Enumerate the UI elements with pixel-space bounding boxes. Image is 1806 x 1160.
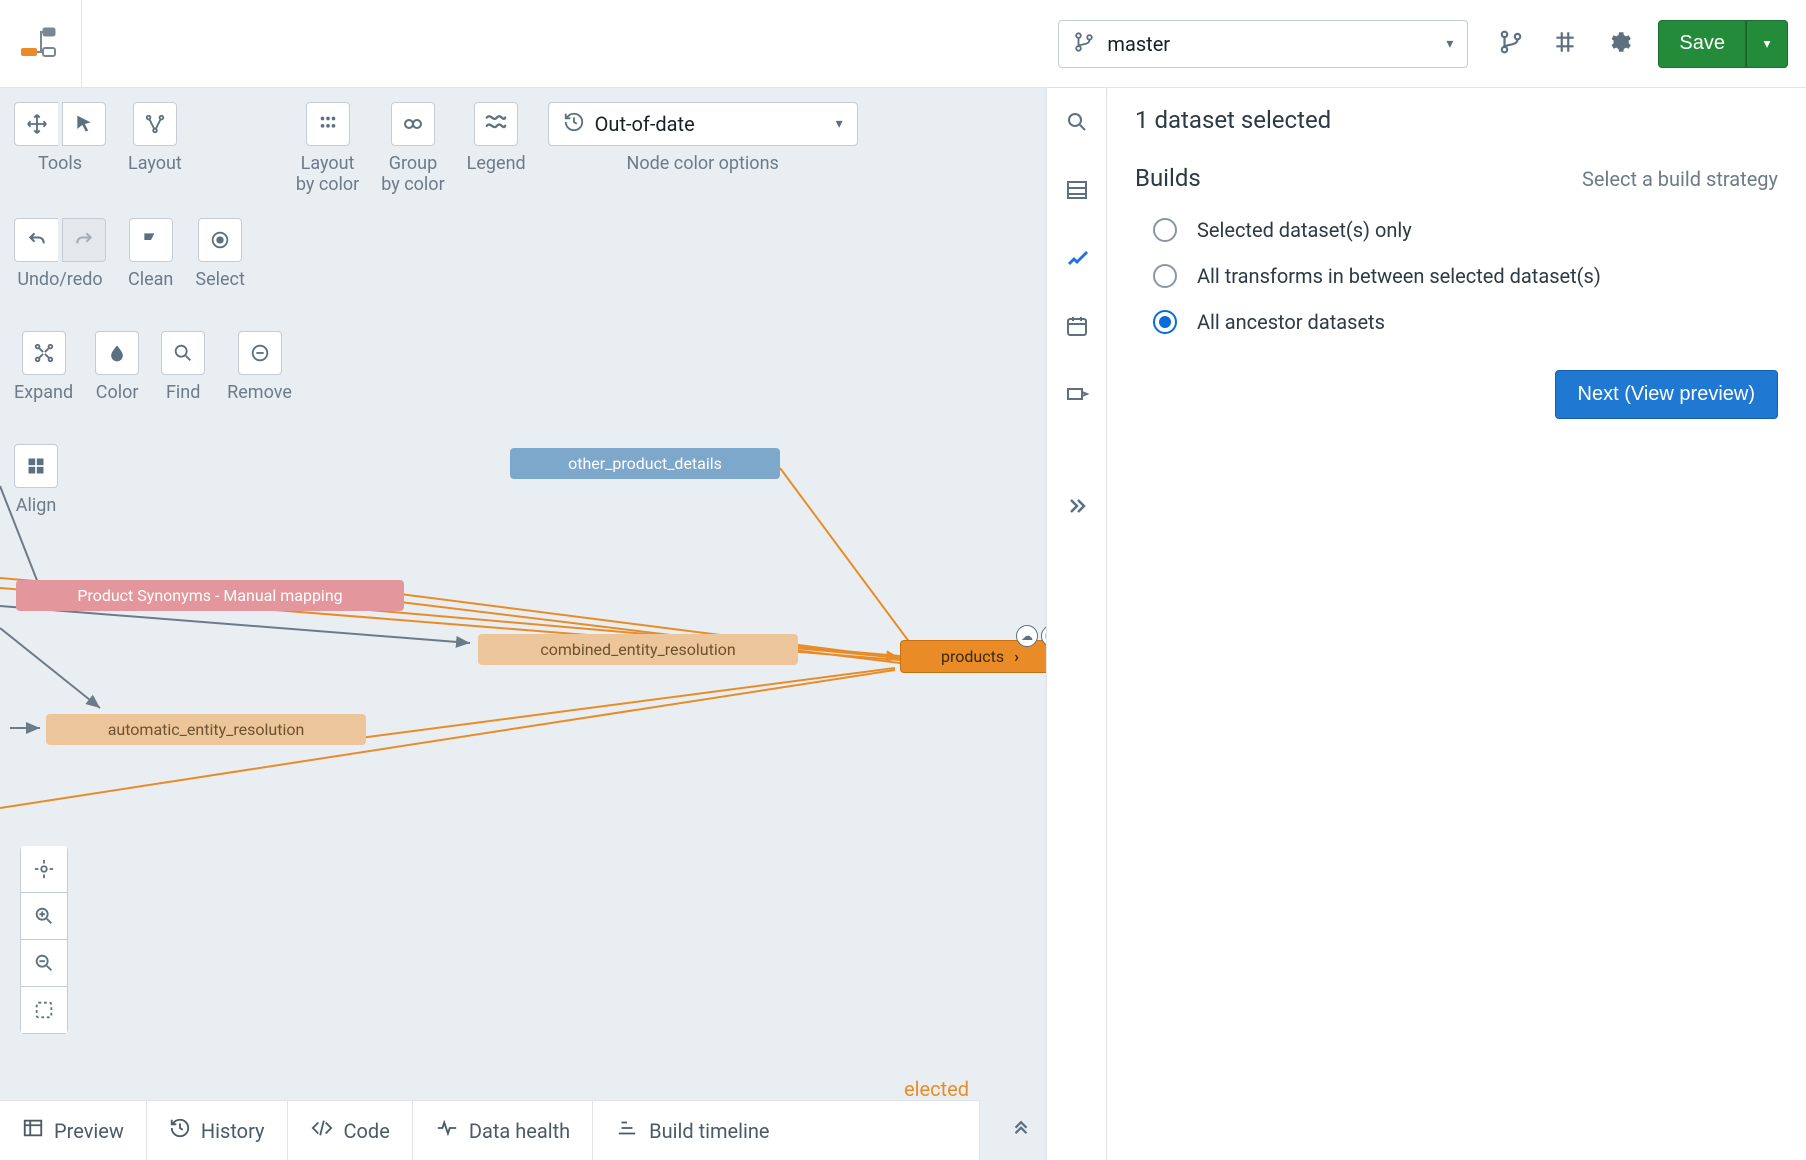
builds-heading: Builds — [1135, 164, 1201, 192]
radio-label: All ancestor datasets — [1197, 310, 1385, 334]
node-label: combined_entity_resolution — [540, 640, 735, 659]
tab-history[interactable]: History — [147, 1101, 288, 1160]
radio-selected-only[interactable]: Selected dataset(s) only — [1153, 218, 1778, 242]
redo-button[interactable] — [62, 218, 106, 262]
graph-canvas[interactable]: Tools Layout Layout by color Group by co… — [0, 88, 1046, 1160]
tab-code[interactable]: Code — [288, 1101, 413, 1160]
tools-label: Tools — [38, 154, 82, 175]
node-products-selected[interactable]: products › ☁ 🌐 — [900, 640, 1046, 673]
code-icon — [310, 1117, 334, 1144]
save-dropdown-button[interactable]: ▾ — [1746, 20, 1788, 68]
align-button[interactable] — [14, 444, 58, 488]
tab-preview[interactable]: Preview — [0, 1101, 147, 1160]
table-icon — [22, 1117, 44, 1144]
color-label: Color — [96, 383, 139, 404]
tab-label: Data health — [469, 1119, 570, 1143]
expand-button[interactable] — [22, 331, 66, 375]
node-product-synonyms[interactable]: Product Synonyms - Manual mapping — [16, 580, 404, 611]
node-label: products — [941, 647, 1004, 666]
node-label: automatic_entity_resolution — [108, 720, 305, 739]
node-label: other_product_details — [568, 454, 722, 473]
compare-branches-button[interactable] — [1498, 29, 1524, 59]
radio-all-ancestors[interactable]: All ancestor datasets — [1153, 310, 1778, 334]
expand-tabs-button[interactable] — [1010, 1114, 1036, 1140]
rail-search-button[interactable] — [1065, 110, 1089, 138]
next-button[interactable]: Next (View preview) — [1555, 370, 1778, 419]
rail-collapse-button[interactable] — [1065, 494, 1089, 522]
layout-by-color-button[interactable] — [306, 102, 350, 146]
app-logo[interactable] — [0, 0, 82, 88]
undo-redo-label: Undo/redo — [17, 270, 102, 291]
color-button[interactable] — [95, 331, 139, 375]
move-tool[interactable] — [14, 102, 58, 146]
branch-icon — [1073, 31, 1095, 57]
save-label: Save — [1679, 32, 1725, 55]
tab-label: History — [201, 1119, 265, 1143]
selection-hint-clipped: elected — [904, 1077, 969, 1101]
tab-label: Build timeline — [649, 1119, 769, 1143]
caret-down-icon: ▾ — [1764, 36, 1771, 52]
caret-down-icon: ▾ — [836, 116, 843, 132]
select-button[interactable] — [198, 218, 242, 262]
find-label: Find — [166, 383, 200, 404]
legend-button[interactable] — [474, 102, 518, 146]
panel-title: 1 dataset selected — [1135, 106, 1778, 134]
node-combined-entity-resolution[interactable]: combined_entity_resolution — [478, 634, 798, 665]
chevron-right-icon: › — [1014, 647, 1019, 666]
select-label: Select — [195, 270, 244, 291]
find-button[interactable] — [161, 331, 205, 375]
node-color-options-label: Node color options — [627, 154, 779, 175]
timeline-icon — [615, 1117, 639, 1144]
rail-schedule-button[interactable] — [1065, 314, 1089, 342]
tab-label: Preview — [54, 1119, 124, 1143]
group-by-color-label: Group by color — [381, 154, 444, 195]
expand-label: Expand — [14, 383, 73, 404]
save-button[interactable]: Save — [1658, 20, 1746, 68]
layout-label: Layout — [128, 154, 182, 175]
zoom-center-button[interactable] — [20, 846, 68, 893]
rail-output-button[interactable] — [1065, 382, 1089, 410]
settings-button[interactable] — [1606, 29, 1632, 59]
tab-label: Code — [344, 1119, 390, 1143]
zoom-out-button[interactable] — [20, 939, 68, 987]
group-by-color-button[interactable] — [391, 102, 435, 146]
caret-down-icon: ▾ — [1446, 36, 1453, 52]
rail-list-button[interactable] — [1065, 178, 1089, 206]
tab-data-health[interactable]: Data health — [413, 1101, 593, 1160]
node-color-value: Out-of-date — [595, 112, 836, 136]
node-label: Product Synonyms - Manual mapping — [77, 586, 342, 605]
tab-build-timeline[interactable]: Build timeline — [593, 1101, 791, 1160]
node-other-product-details[interactable]: other_product_details — [510, 448, 780, 479]
remove-label: Remove — [227, 383, 292, 404]
history-icon — [169, 1117, 191, 1144]
layout-by-color-label: Layout by color — [296, 154, 359, 195]
legend-label: Legend — [467, 154, 526, 175]
radio-label: All transforms in between selected datas… — [1197, 264, 1601, 288]
pointer-tool[interactable] — [62, 102, 106, 146]
clean-label: Clean — [128, 270, 173, 291]
branch-name: master — [1107, 32, 1446, 56]
clean-button[interactable] — [129, 218, 173, 262]
node-automatic-entity-resolution[interactable]: automatic_entity_resolution — [46, 714, 366, 745]
radio-label: Selected dataset(s) only — [1197, 218, 1412, 242]
history-icon — [563, 111, 585, 137]
build-strategy-hint: Select a build strategy — [1582, 167, 1778, 191]
rail-build-button[interactable] — [1065, 246, 1089, 274]
remove-button[interactable] — [238, 331, 282, 375]
pulse-icon — [435, 1117, 459, 1144]
branch-selector[interactable]: master ▾ — [1058, 20, 1468, 68]
zoom-in-button[interactable] — [20, 892, 68, 940]
globe-badge-icon: 🌐 — [1041, 625, 1046, 647]
upload-badge-icon: ☁ — [1016, 625, 1038, 647]
undo-button[interactable] — [14, 218, 58, 262]
zoom-fit-button[interactable] — [20, 986, 68, 1034]
align-label: Align — [16, 496, 57, 517]
keyboard-shortcuts-button[interactable] — [1552, 29, 1578, 59]
next-button-label: Next (View preview) — [1578, 383, 1755, 405]
node-color-select[interactable]: Out-of-date ▾ — [548, 102, 858, 146]
auto-layout-button[interactable] — [133, 102, 177, 146]
radio-all-transforms[interactable]: All transforms in between selected datas… — [1153, 264, 1778, 288]
